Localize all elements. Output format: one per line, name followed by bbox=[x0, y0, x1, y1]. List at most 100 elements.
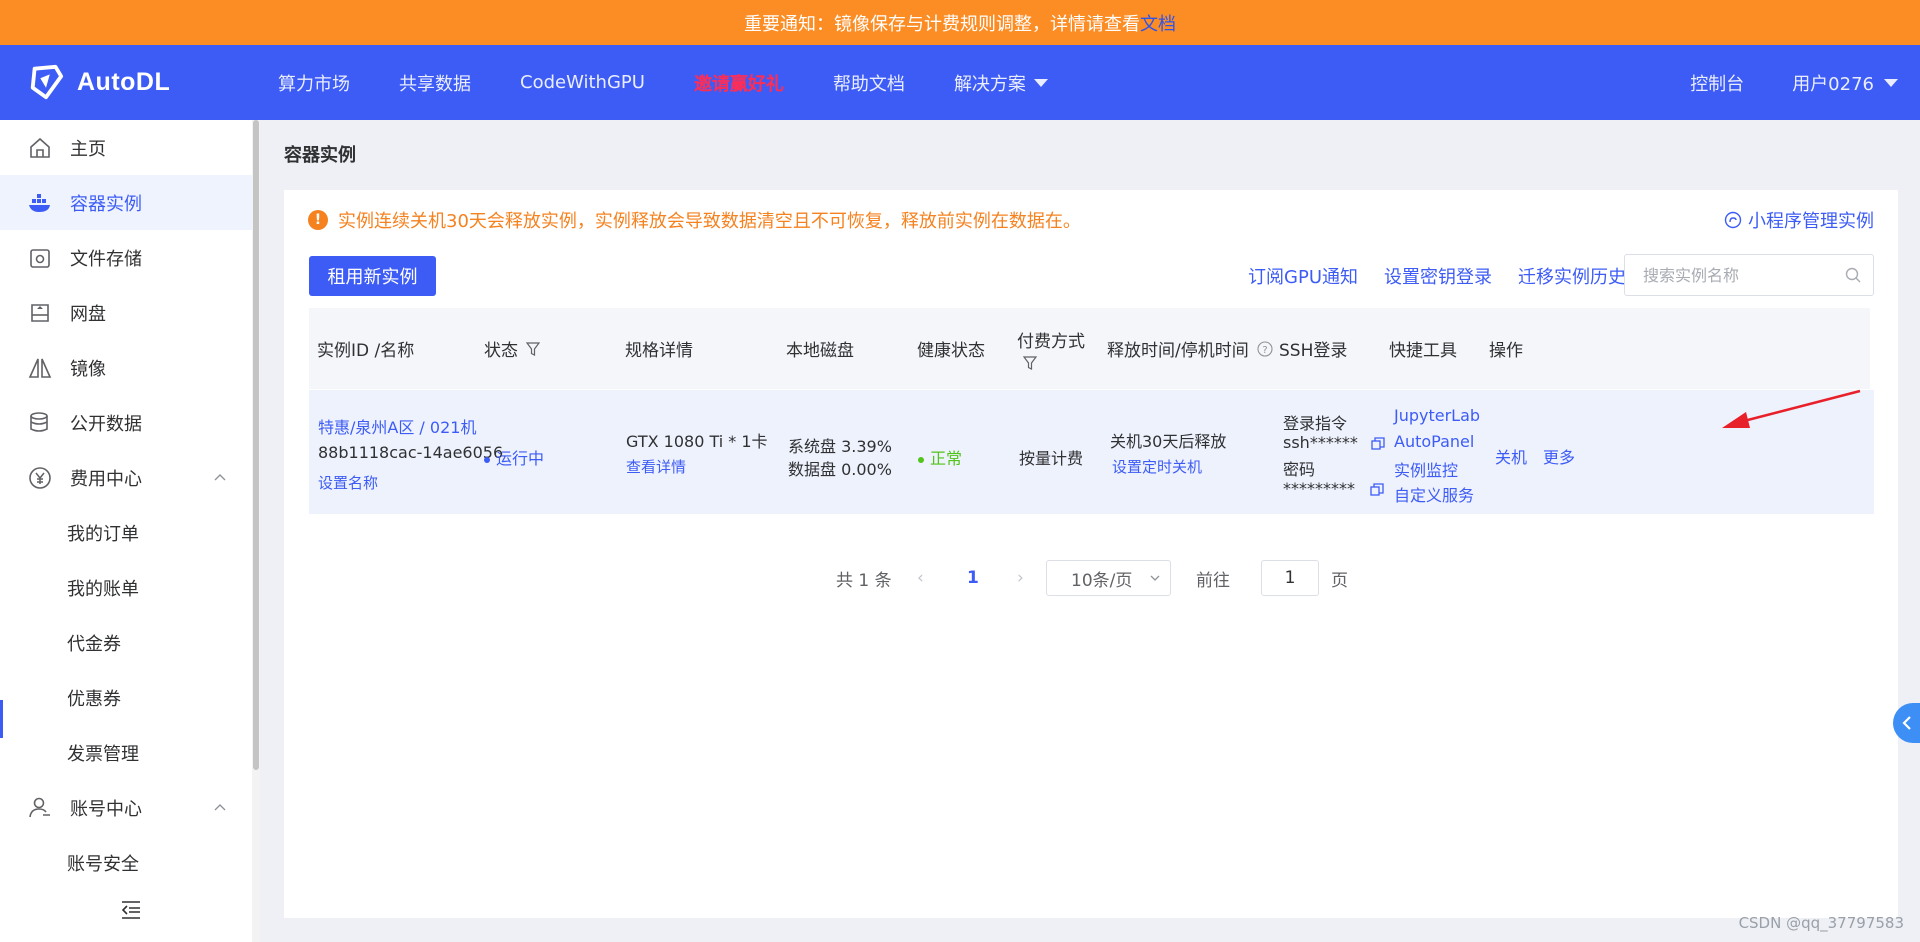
sidebar-item-label: 账号中心 bbox=[70, 798, 142, 820]
filter-icon[interactable] bbox=[526, 341, 540, 356]
shutdown-button[interactable]: 关机 bbox=[1495, 444, 1527, 468]
sidebar-item-invoices[interactable]: 发票管理 bbox=[0, 725, 252, 780]
logo[interactable]: AutoDL bbox=[27, 63, 170, 101]
mini-program-icon bbox=[1724, 211, 1742, 229]
mini-program-link[interactable]: 小程序管理实例 bbox=[1724, 207, 1874, 233]
billing-method: 按量计费 bbox=[1019, 449, 1084, 468]
sidebar-item-netdisk[interactable]: 网盘 bbox=[0, 285, 252, 340]
disk-data: 数据盘 0.00% bbox=[788, 460, 892, 479]
col-actions: 操作 bbox=[1489, 341, 1523, 361]
sidebar-item-my-bills[interactable]: 我的账单 bbox=[0, 560, 252, 615]
sidebar: 主页 容器实例 文件存储 网盘 镜像 公开数据 费用中心 我的订单 我的账单 代… bbox=[0, 120, 260, 942]
col-billing-label: 付费方式 bbox=[1017, 332, 1085, 352]
user-name: 用户0276 bbox=[1792, 73, 1874, 95]
sidebar-item-label: 费用中心 bbox=[70, 468, 142, 490]
col-health: 健康状态 bbox=[917, 341, 985, 361]
sidebar-item-label: 文件存储 bbox=[70, 248, 142, 270]
next-page-icon[interactable]: › bbox=[1017, 560, 1024, 596]
nav-invite[interactable]: 邀请赢好礼 bbox=[694, 70, 784, 96]
col-release-label: 释放时间/停机时间 bbox=[1107, 341, 1249, 361]
sidebar-item-label: 网盘 bbox=[70, 303, 106, 325]
help-icon[interactable]: ? bbox=[1257, 340, 1273, 357]
health-label: 正常 bbox=[930, 449, 963, 468]
yen-icon bbox=[29, 466, 51, 489]
storage-icon bbox=[30, 248, 50, 268]
page-title: 容器实例 bbox=[284, 145, 356, 166]
sidebar-item-instances[interactable]: 容器实例 bbox=[0, 175, 252, 230]
copy-icon[interactable] bbox=[1371, 436, 1385, 451]
set-shutdown-link[interactable]: 设置定时关机 bbox=[1112, 456, 1202, 477]
nav-market[interactable]: 算力市场 bbox=[278, 70, 350, 96]
chevron-up-icon bbox=[214, 803, 226, 810]
table-row: 特惠/泉州A区 / 021机 88b1118cac-14ae6056 设置名称 … bbox=[309, 390, 1874, 514]
migration-history-link[interactable]: 迁移实例历史 bbox=[1518, 263, 1626, 289]
search-icon[interactable] bbox=[1845, 267, 1861, 283]
nav-codewithgpu[interactable]: CodeWithGPU bbox=[520, 72, 645, 93]
col-disk: 本地磁盘 bbox=[786, 341, 854, 361]
chevron-left-icon bbox=[1901, 716, 1911, 730]
filter-icon[interactable] bbox=[1023, 356, 1037, 370]
copy-icon[interactable] bbox=[1370, 482, 1384, 497]
rent-new-instance-button[interactable]: 租用新实例 bbox=[309, 256, 436, 296]
page-unit: 页 bbox=[1331, 570, 1348, 591]
sidebar-item-label: 优惠券 bbox=[67, 688, 121, 710]
prev-page-icon[interactable]: ‹ bbox=[917, 560, 924, 596]
user-menu[interactable]: 用户0276 bbox=[1792, 70, 1898, 96]
release-text: 关机30天后释放 bbox=[1110, 432, 1227, 451]
collapse-sidebar-icon[interactable] bbox=[120, 900, 142, 920]
disk-system: 系统盘 3.39% bbox=[788, 437, 892, 456]
image-icon bbox=[28, 358, 52, 378]
tool-custom-service[interactable]: 自定义服务 bbox=[1394, 482, 1474, 506]
instance-name[interactable]: 特惠/泉州A区 / 021机 bbox=[318, 414, 476, 438]
spec-detail-link[interactable]: 查看详情 bbox=[626, 456, 686, 477]
autodl-logo-icon bbox=[30, 64, 64, 100]
nav-help-docs[interactable]: 帮助文档 bbox=[833, 70, 905, 96]
console-link[interactable]: 控制台 bbox=[1690, 70, 1744, 96]
page-number[interactable]: 1 bbox=[967, 560, 979, 596]
sidebar-item-public-data[interactable]: 公开数据 bbox=[0, 395, 252, 450]
goto-page-input[interactable]: 1 bbox=[1261, 560, 1319, 596]
search-input[interactable] bbox=[1643, 265, 1833, 285]
sidebar-item-my-orders[interactable]: 我的订单 bbox=[0, 505, 252, 560]
ssh-cmd-label: 登录指令 bbox=[1283, 414, 1348, 433]
subscribe-gpu-link[interactable]: 订阅GPU通知 bbox=[1248, 263, 1358, 289]
chevron-up-icon bbox=[214, 473, 226, 480]
sidebar-item-home[interactable]: 主页 bbox=[0, 120, 252, 175]
sidebar-item-vouchers[interactable]: 代金券 bbox=[0, 615, 252, 670]
table-header: 实例ID /名称 状态 规格详情 本地磁盘 健康状态 付费方式 释放时间/停机时… bbox=[309, 308, 1870, 389]
scrollbar-thumb[interactable] bbox=[253, 120, 259, 770]
instance-search bbox=[1624, 254, 1874, 296]
health-status: 正常 bbox=[918, 445, 962, 469]
set-name-link[interactable]: 设置名称 bbox=[318, 472, 378, 493]
sidebar-item-file-storage[interactable]: 文件存储 bbox=[0, 230, 252, 285]
sidebar-item-coupons[interactable]: 优惠券 bbox=[0, 670, 252, 725]
tool-jupyterlab[interactable]: JupyterLab bbox=[1394, 406, 1480, 425]
nav-shared-data[interactable]: 共享数据 bbox=[399, 70, 471, 96]
notice-doc-link[interactable]: 文档 bbox=[1140, 10, 1176, 36]
sidebar-item-label: 账号安全 bbox=[67, 853, 139, 875]
more-button[interactable]: 更多 bbox=[1543, 444, 1575, 468]
col-status-label: 状态 bbox=[484, 341, 518, 361]
ssh-cmd-value: ssh****** bbox=[1283, 433, 1358, 452]
status-label: 运行中 bbox=[496, 449, 545, 468]
health-dot bbox=[918, 456, 924, 463]
sidebar-item-billing-center[interactable]: 费用中心 bbox=[0, 450, 252, 505]
sidebar-item-account-security[interactable]: 账号安全 bbox=[0, 835, 252, 890]
tool-autopanel[interactable]: AutoPanel bbox=[1394, 432, 1474, 451]
page-size-value: 10条/页 bbox=[1071, 570, 1133, 591]
sidebar-item-label: 公开数据 bbox=[70, 413, 142, 435]
ssh-key-link[interactable]: 设置密钥登录 bbox=[1384, 263, 1492, 289]
sidebar-item-images[interactable]: 镜像 bbox=[0, 340, 252, 395]
page-size-select[interactable]: 10条/页 bbox=[1046, 560, 1171, 596]
tool-monitor[interactable]: 实例监控 bbox=[1394, 457, 1458, 481]
sidebar-item-label: 镜像 bbox=[70, 358, 106, 380]
status-running: 运行中 bbox=[484, 445, 544, 469]
release-warning: ! 实例连续关机30天会释放实例，实例释放会导致数据清空且不可恢复，释放前实例在… bbox=[308, 207, 1081, 233]
sidebar-scrollbar[interactable] bbox=[252, 120, 260, 942]
sidebar-item-label: 主页 bbox=[70, 138, 106, 160]
nav-solutions-label: 解决方案 bbox=[953, 73, 1026, 95]
sidebar-item-account-center[interactable]: 账号中心 bbox=[0, 780, 252, 835]
notice-bar: 重要通知：镜像保存与计费规则调整，详情请查看 文档 bbox=[0, 0, 1920, 45]
spec-gpu: GTX 1080 Ti * 1卡 bbox=[626, 432, 768, 451]
nav-solutions[interactable]: 解决方案 bbox=[954, 70, 1048, 96]
